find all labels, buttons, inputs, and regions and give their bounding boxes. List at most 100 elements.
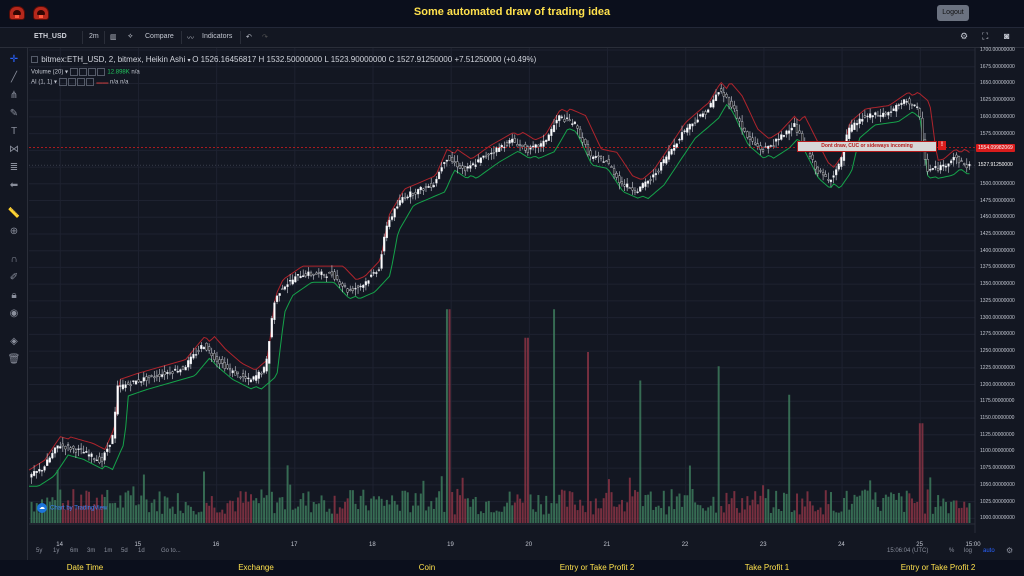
- log-toggle[interactable]: log: [964, 548, 972, 554]
- volume-bar: [613, 506, 616, 523]
- auto-toggle[interactable]: auto: [983, 548, 995, 554]
- bottom-tab[interactable]: Coin: [419, 563, 435, 572]
- volume-bar: [850, 503, 853, 523]
- goto-date-button[interactable]: Go to...: [161, 548, 181, 554]
- volume-bar: [456, 488, 459, 523]
- alert-price-tag[interactable]: 1554.09982069: [976, 143, 1015, 152]
- axis-settings-gear-icon[interactable]: ⚙: [1006, 546, 1013, 555]
- candle-body: [785, 130, 788, 135]
- indicator-settings-icon[interactable]: [67, 78, 76, 86]
- candle-body: [827, 179, 830, 181]
- candle-body: [450, 157, 454, 162]
- candle-body: [921, 117, 924, 142]
- volume-bar: [179, 510, 182, 523]
- volume-bar: [683, 495, 686, 523]
- volume-bar: [307, 491, 310, 523]
- candle-body: [665, 156, 668, 164]
- volume-bar: [712, 496, 715, 523]
- volume-bar: [709, 505, 712, 523]
- volume-bar: [469, 506, 472, 523]
- ai-label[interactable]: AI (1, 1): [31, 80, 52, 86]
- volume-bar: [558, 494, 561, 523]
- bottom-tab[interactable]: Exchange: [238, 563, 274, 572]
- legend-low: L 1523.90000000: [324, 55, 387, 64]
- volume-bar: [626, 502, 629, 523]
- legend-series[interactable]: bitmex:ETH_USD, 2, bitmex, Heikin Ashi: [41, 55, 185, 64]
- volume-bar: [451, 492, 454, 523]
- volume-bar: [166, 497, 169, 523]
- volume-bar: [529, 494, 532, 523]
- volume-bar: [244, 491, 247, 523]
- candle-body: [607, 159, 610, 164]
- tradingview-watermark[interactable]: ☁ Chart by TradingView: [37, 503, 107, 513]
- candle-body: [181, 365, 185, 370]
- volume-bar: [401, 490, 404, 523]
- candle-body: [584, 139, 587, 145]
- volume-bar: [756, 504, 759, 523]
- range-button-5d[interactable]: 5d: [121, 548, 128, 554]
- candle-body: [662, 159, 665, 164]
- range-button-1m[interactable]: 1m: [104, 548, 112, 554]
- volume-label[interactable]: Volume (20): [31, 70, 63, 76]
- candle-body: [874, 112, 877, 116]
- volume-bar: [205, 502, 208, 523]
- candle-body: [675, 143, 678, 148]
- candle-body: [526, 146, 529, 153]
- range-button-1d[interactable]: 1d: [138, 548, 145, 554]
- candle-body: [236, 371, 239, 374]
- candle-body: [51, 452, 54, 459]
- candle-body: [312, 273, 315, 276]
- indicator-visibility-icon[interactable]: [69, 68, 78, 76]
- range-button-1y[interactable]: 1y: [53, 548, 59, 554]
- percent-toggle[interactable]: %: [949, 548, 954, 554]
- volume-bar: [461, 477, 464, 523]
- chart-canvas[interactable]: [0, 28, 1024, 561]
- volume-bar: [759, 495, 762, 523]
- volume-bar: [649, 491, 652, 523]
- candle-body: [299, 275, 302, 279]
- volume-bar: [396, 504, 399, 523]
- candle-body: [597, 155, 600, 158]
- volume-bar: [182, 513, 185, 523]
- range-button-6m[interactable]: 6m: [70, 548, 78, 554]
- indicator-remove-icon[interactable]: [76, 78, 85, 86]
- volume-bar: [837, 512, 840, 523]
- bottom-tab[interactable]: Take Profit 1: [745, 563, 789, 572]
- volume-bar: [929, 477, 932, 523]
- trade-idea-annotation[interactable]: Dont draw, CUC or sideways incoming: [797, 141, 937, 152]
- volume-bar: [699, 505, 702, 523]
- indicator-remove-icon[interactable]: [87, 68, 96, 76]
- alert-marker[interactable]: !: [938, 141, 946, 150]
- indicator-more-icon[interactable]: [85, 78, 94, 86]
- bottom-tab[interactable]: Date Time: [67, 563, 103, 572]
- candle-body: [231, 370, 234, 374]
- volume-bar: [863, 489, 866, 523]
- candle-body: [628, 187, 631, 189]
- chart-frame: ETH_USD 2m ▥ ⟡ Compare 〰 Indicators ↶ ↷ …: [0, 27, 1024, 561]
- volume-bar: [33, 511, 36, 523]
- candle-body: [869, 113, 872, 118]
- range-button-5y[interactable]: 5y: [36, 548, 42, 554]
- legend-collapse-icon[interactable]: [31, 56, 38, 64]
- volume-bar: [751, 499, 754, 523]
- volume-bar: [816, 509, 819, 523]
- price-axis[interactable]: 1700.00000000 1675.00000000 1650.00000000 1…: [976, 47, 1024, 543]
- volume-bar: [283, 509, 286, 523]
- volume-bar: [432, 508, 435, 523]
- volume-bar: [477, 514, 480, 523]
- indicator-more-icon[interactable]: [96, 68, 105, 76]
- volume-bar: [145, 499, 148, 523]
- volume-bar: [884, 494, 887, 523]
- indicator-settings-icon[interactable]: [78, 68, 87, 76]
- range-button-3m[interactable]: 3m: [87, 548, 95, 554]
- volume-bar: [652, 509, 655, 523]
- indicator-visibility-icon[interactable]: [58, 78, 67, 86]
- logout-button[interactable]: Logout: [937, 5, 969, 21]
- volume-bar: [897, 492, 900, 523]
- volume-bar: [540, 504, 542, 523]
- volume-bar: [521, 502, 524, 523]
- candle-body: [435, 178, 438, 184]
- volume-bar: [197, 512, 200, 523]
- bottom-tab[interactable]: Entry or Take Profit 2: [560, 563, 635, 572]
- bottom-tab[interactable]: Entry or Take Profit 2: [901, 563, 976, 572]
